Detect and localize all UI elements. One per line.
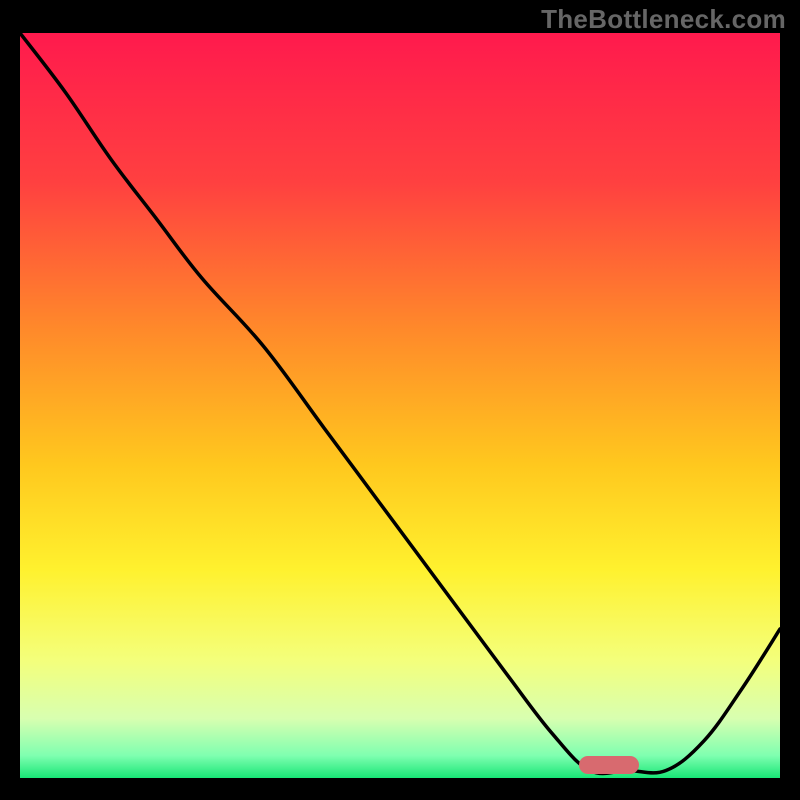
plot-area [20, 33, 780, 778]
watermark-text: TheBottleneck.com [541, 4, 786, 35]
chart-frame: TheBottleneck.com [0, 0, 800, 800]
bottleneck-curve [20, 33, 780, 778]
optimal-marker [579, 756, 639, 774]
